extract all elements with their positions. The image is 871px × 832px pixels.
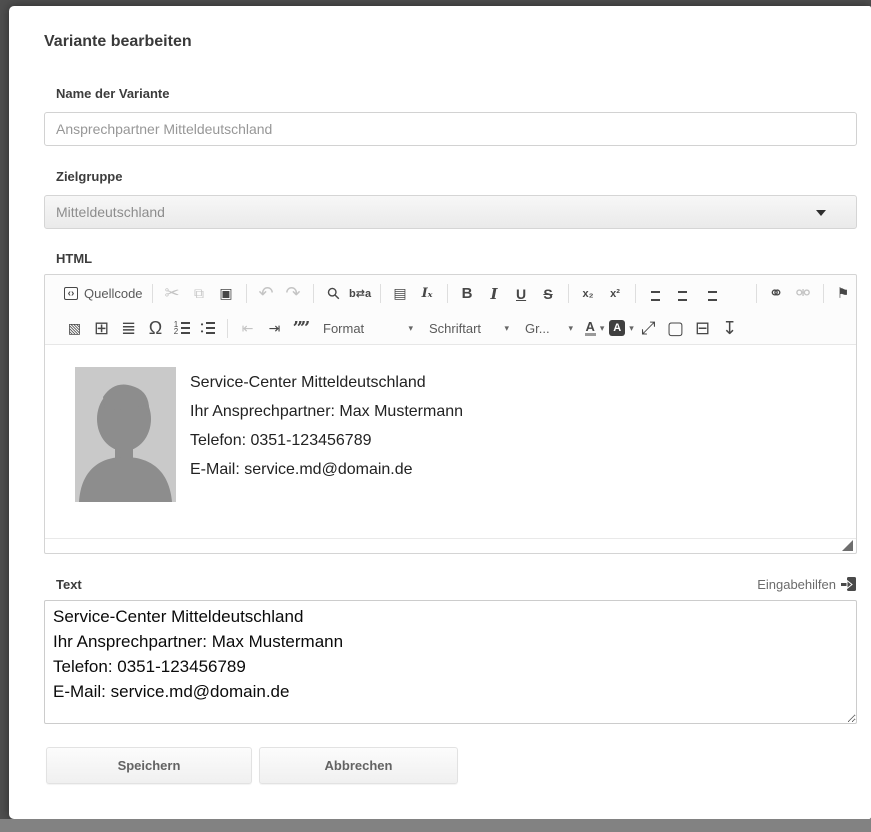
page-break-icon[interactable]: ↧ <box>717 316 742 341</box>
toolbar-separator <box>313 284 314 303</box>
toolbar-separator <box>447 284 448 303</box>
toolbar-separator <box>568 284 569 303</box>
name-label: Name der Variante <box>56 86 857 101</box>
toolbar-separator <box>246 284 247 303</box>
variant-name-input[interactable] <box>44 112 857 146</box>
edit-variant-dialog: Variante bearbeiten Name der Variante Zi… <box>9 6 871 819</box>
toolbar-separator <box>823 284 824 303</box>
editor-resize-handle[interactable] <box>842 540 853 551</box>
copy-icon: ⧉ <box>187 281 212 306</box>
align-right-icon[interactable] <box>702 281 717 306</box>
bulleted-list-icon[interactable]: • • <box>196 316 220 341</box>
toolbar-separator <box>152 284 153 303</box>
editor-text-block: Service-Center Mitteldeutschland Ihr Ans… <box>190 367 463 538</box>
bold-icon[interactable]: B <box>455 281 480 306</box>
text-color-button[interactable]: A▾ <box>582 316 607 341</box>
text-label: Text <box>56 577 82 592</box>
editor-line: Ihr Ansprechpartner: Max Mustermann <box>190 397 463 426</box>
toolbar-separator <box>380 284 381 303</box>
remove-format-icon[interactable]: Iₓ <box>415 281 440 306</box>
editor-line: Service-Center Mitteldeutschland <box>190 368 463 397</box>
unlink-icon: ⚮ <box>791 281 816 306</box>
blockquote-icon[interactable]: ”” <box>289 316 314 341</box>
redo-icon: ↷ <box>281 281 306 306</box>
zielgruppe-select[interactable]: Mitteldeutschland <box>44 195 857 229</box>
avatar-image[interactable] <box>75 367 176 502</box>
insert-helper-icon <box>841 576 857 592</box>
special-char-icon[interactable]: Ω <box>143 316 168 341</box>
dialog-title: Variante bearbeiten <box>44 33 857 51</box>
bg-color-button[interactable]: A▾ <box>609 316 634 341</box>
horizontal-rule-icon[interactable]: ≣ <box>116 316 141 341</box>
save-button[interactable]: Speichern <box>46 747 252 784</box>
maximize-icon[interactable]: ⤢ <box>636 316 661 341</box>
search-icon[interactable]: ⚲ <box>315 276 350 311</box>
superscript-icon[interactable]: x² <box>603 281 628 306</box>
cancel-button[interactable]: Abbrechen <box>259 747 458 784</box>
zielgruppe-selected-value: Mitteldeutschland <box>56 204 165 220</box>
chevron-down-icon <box>816 210 826 216</box>
toolbar-separator <box>635 284 636 303</box>
strike-icon[interactable]: S <box>536 281 561 306</box>
link-icon[interactable]: ⚭ <box>764 281 789 306</box>
format-dropdown[interactable]: Format▾ <box>318 316 418 341</box>
underline-icon[interactable]: U <box>509 281 534 306</box>
zielgruppe-label: Zielgruppe <box>56 169 857 184</box>
overlay-bottom-strip <box>0 819 871 832</box>
editor-line: Telefon: 0351-123456789 <box>190 426 463 455</box>
size-dropdown[interactable]: Gr...▾ <box>520 316 578 341</box>
toolbar-separator <box>227 319 228 338</box>
paste-icon[interactable]: ▣ <box>214 281 239 306</box>
replace-icon[interactable]: b⇄a <box>348 281 373 306</box>
source-button[interactable]: ‹›Quellcode <box>62 281 145 306</box>
editor-toolbar-row-2: ▧⊞≣Ω1 2• •⇤⇥””Format▾Schriftart▾Gr...▾A▾… <box>45 310 856 345</box>
align-left-icon[interactable] <box>648 281 663 306</box>
eingabehilfen-label: Eingabehilfen <box>757 577 836 592</box>
html-label: HTML <box>56 251 857 266</box>
show-blocks-icon[interactable]: ▢ <box>663 316 688 341</box>
subscript-icon[interactable]: x₂ <box>576 281 601 306</box>
italic-icon[interactable]: I <box>482 281 507 306</box>
editor-bottom-bar <box>45 538 856 553</box>
editor-line: E-Mail: service.md@domain.de <box>190 455 463 484</box>
text-variant-textarea[interactable]: Service-Center Mitteldeutschland Ihr Ans… <box>44 600 857 724</box>
print-icon[interactable]: ⊟ <box>690 316 715 341</box>
richtext-editor: ‹›Quellcode ✂⧉▣ ↶↷ ⚲b⇄a ▤Iₓ BIUSx₂x² ⚭⚮ ⚑ ▧⊞≣Ω1… <box>44 274 857 554</box>
select-all-icon[interactable]: ▤ <box>388 281 413 306</box>
image-icon[interactable]: ▧ <box>62 316 87 341</box>
eingabehilfen-link[interactable]: Eingabehilfen <box>757 576 857 592</box>
align-justify-icon[interactable] <box>729 281 744 306</box>
editor-content-area[interactable]: Service-Center Mitteldeutschland Ihr Ans… <box>45 345 856 538</box>
undo-icon: ↶ <box>254 281 279 306</box>
editor-toolbar-row-1: ‹›Quellcode ✂⧉▣ ↶↷ ⚲b⇄a ▤Iₓ BIUSx₂x² ⚭⚮ ⚑ <box>45 275 856 310</box>
outdent-icon: ⇤ <box>235 316 260 341</box>
anchor-icon[interactable]: ⚑ <box>831 281 856 306</box>
indent-icon[interactable]: ⇥ <box>262 316 287 341</box>
align-center-icon[interactable] <box>675 281 690 306</box>
numbered-list-icon[interactable]: 1 2 <box>170 316 194 341</box>
table-icon[interactable]: ⊞ <box>89 316 114 341</box>
toolbar-separator <box>756 284 757 303</box>
font-dropdown[interactable]: Schriftart▾ <box>424 316 514 341</box>
cut-icon: ✂ <box>160 281 185 306</box>
